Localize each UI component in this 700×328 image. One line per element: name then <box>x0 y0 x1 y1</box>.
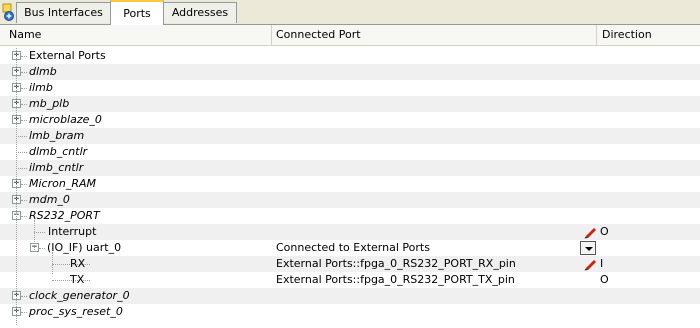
table-row[interactable]: Interrupt O <box>0 224 700 240</box>
port-name: clock_generator_0 <box>29 289 130 302</box>
table-row[interactable]: dlmb_cntlr <box>0 144 700 160</box>
port-name: RX <box>70 257 86 270</box>
port-name: dlmb_cntlr <box>29 145 88 158</box>
port-direction: O <box>600 225 609 238</box>
table-row[interactable]: lmb_bram <box>0 128 700 144</box>
table-row[interactable]: RX External Ports::fpga_0_RS232_PORT_RX_p… <box>0 256 700 272</box>
port-name: lmb_bram <box>29 129 85 142</box>
tree-line <box>21 120 27 121</box>
port-name: mb_plb <box>29 97 70 110</box>
table-row[interactable]: ilmb_cntlr <box>0 160 700 176</box>
port-name: RS232_PORT <box>29 209 100 222</box>
table-row[interactable]: − RS232_PORT <box>0 208 700 224</box>
pencil-icon[interactable] <box>583 257 597 271</box>
port-name: ilmb_cntlr <box>29 161 84 174</box>
port-name: (IO_IF) uart_0 <box>47 241 122 254</box>
table-row[interactable]: + mb_plb <box>0 96 700 112</box>
dropdown-arrow-icon[interactable] <box>580 241 596 255</box>
column-header-name[interactable]: Name <box>0 25 272 45</box>
connected-port: External Ports::fpga_0_RS232_PORT_RX_pin <box>276 257 516 270</box>
table-row[interactable]: + mdm_0 <box>0 192 700 208</box>
table-row[interactable]: TX External Ports::fpga_0_RS232_PORT_TX_p… <box>0 272 700 288</box>
tree-line <box>34 220 35 250</box>
port-name: Interrupt <box>48 225 97 238</box>
table-row[interactable]: + proc_sys_reset_0 <box>0 304 700 320</box>
ports-tree-table: Name Connected Port Direction + External … <box>0 25 700 328</box>
tree-line <box>16 48 17 325</box>
tree-line <box>21 104 27 105</box>
tree-line <box>21 296 27 297</box>
add-port-icon[interactable] <box>2 3 14 21</box>
table-row[interactable]: + ilmb <box>0 80 700 96</box>
tree-line <box>52 252 53 274</box>
port-name: Micron_RAM <box>29 177 96 190</box>
table-row[interactable]: + External Ports <box>0 48 700 64</box>
table-header: Name Connected Port Direction <box>0 25 700 46</box>
table-row[interactable]: + clock_generator_0 <box>0 288 700 304</box>
tab-bus-interfaces[interactable]: Bus Interfaces <box>16 2 111 23</box>
port-name: microblaze_0 <box>29 113 102 126</box>
port-name: External Ports <box>29 49 106 62</box>
table-row[interactable]: + dlmb <box>0 64 700 80</box>
tab-addresses[interactable]: Addresses <box>163 2 237 23</box>
port-name: TX <box>70 273 85 286</box>
tree-line <box>21 88 27 89</box>
tree-line <box>34 232 45 233</box>
tree-line <box>21 200 27 201</box>
port-direction: O <box>600 273 609 286</box>
connected-port: Connected to External Ports <box>276 241 430 254</box>
tab-bar: Bus Interfaces Ports Addresses <box>0 0 700 26</box>
port-name: mdm_0 <box>29 193 70 206</box>
table-row[interactable]: − (IO_IF) uart_0 Connected to External Por… <box>0 240 700 256</box>
port-direction: I <box>600 257 604 270</box>
tree-line <box>21 72 27 73</box>
port-name: dlmb <box>29 65 57 78</box>
port-name: proc_sys_reset_0 <box>29 305 123 318</box>
tree-line <box>21 312 27 313</box>
tree-line <box>21 184 27 185</box>
tree-line <box>21 216 27 217</box>
port-name: ilmb <box>29 81 53 94</box>
tree-line <box>16 136 27 137</box>
tree-line <box>16 152 27 153</box>
tab-ports[interactable]: Ports <box>110 0 164 26</box>
tree-line <box>21 56 27 57</box>
table-row[interactable]: + microblaze_0 <box>0 112 700 128</box>
connected-port: External Ports::fpga_0_RS232_PORT_TX_pin <box>276 273 515 286</box>
tree-line <box>16 168 27 169</box>
table-row[interactable]: + Micron_RAM <box>0 176 700 192</box>
tree-line <box>39 248 45 249</box>
column-header-connected-port[interactable]: Connected Port <box>272 25 597 45</box>
pencil-icon[interactable] <box>583 225 597 239</box>
column-header-direction[interactable]: Direction <box>597 25 700 45</box>
